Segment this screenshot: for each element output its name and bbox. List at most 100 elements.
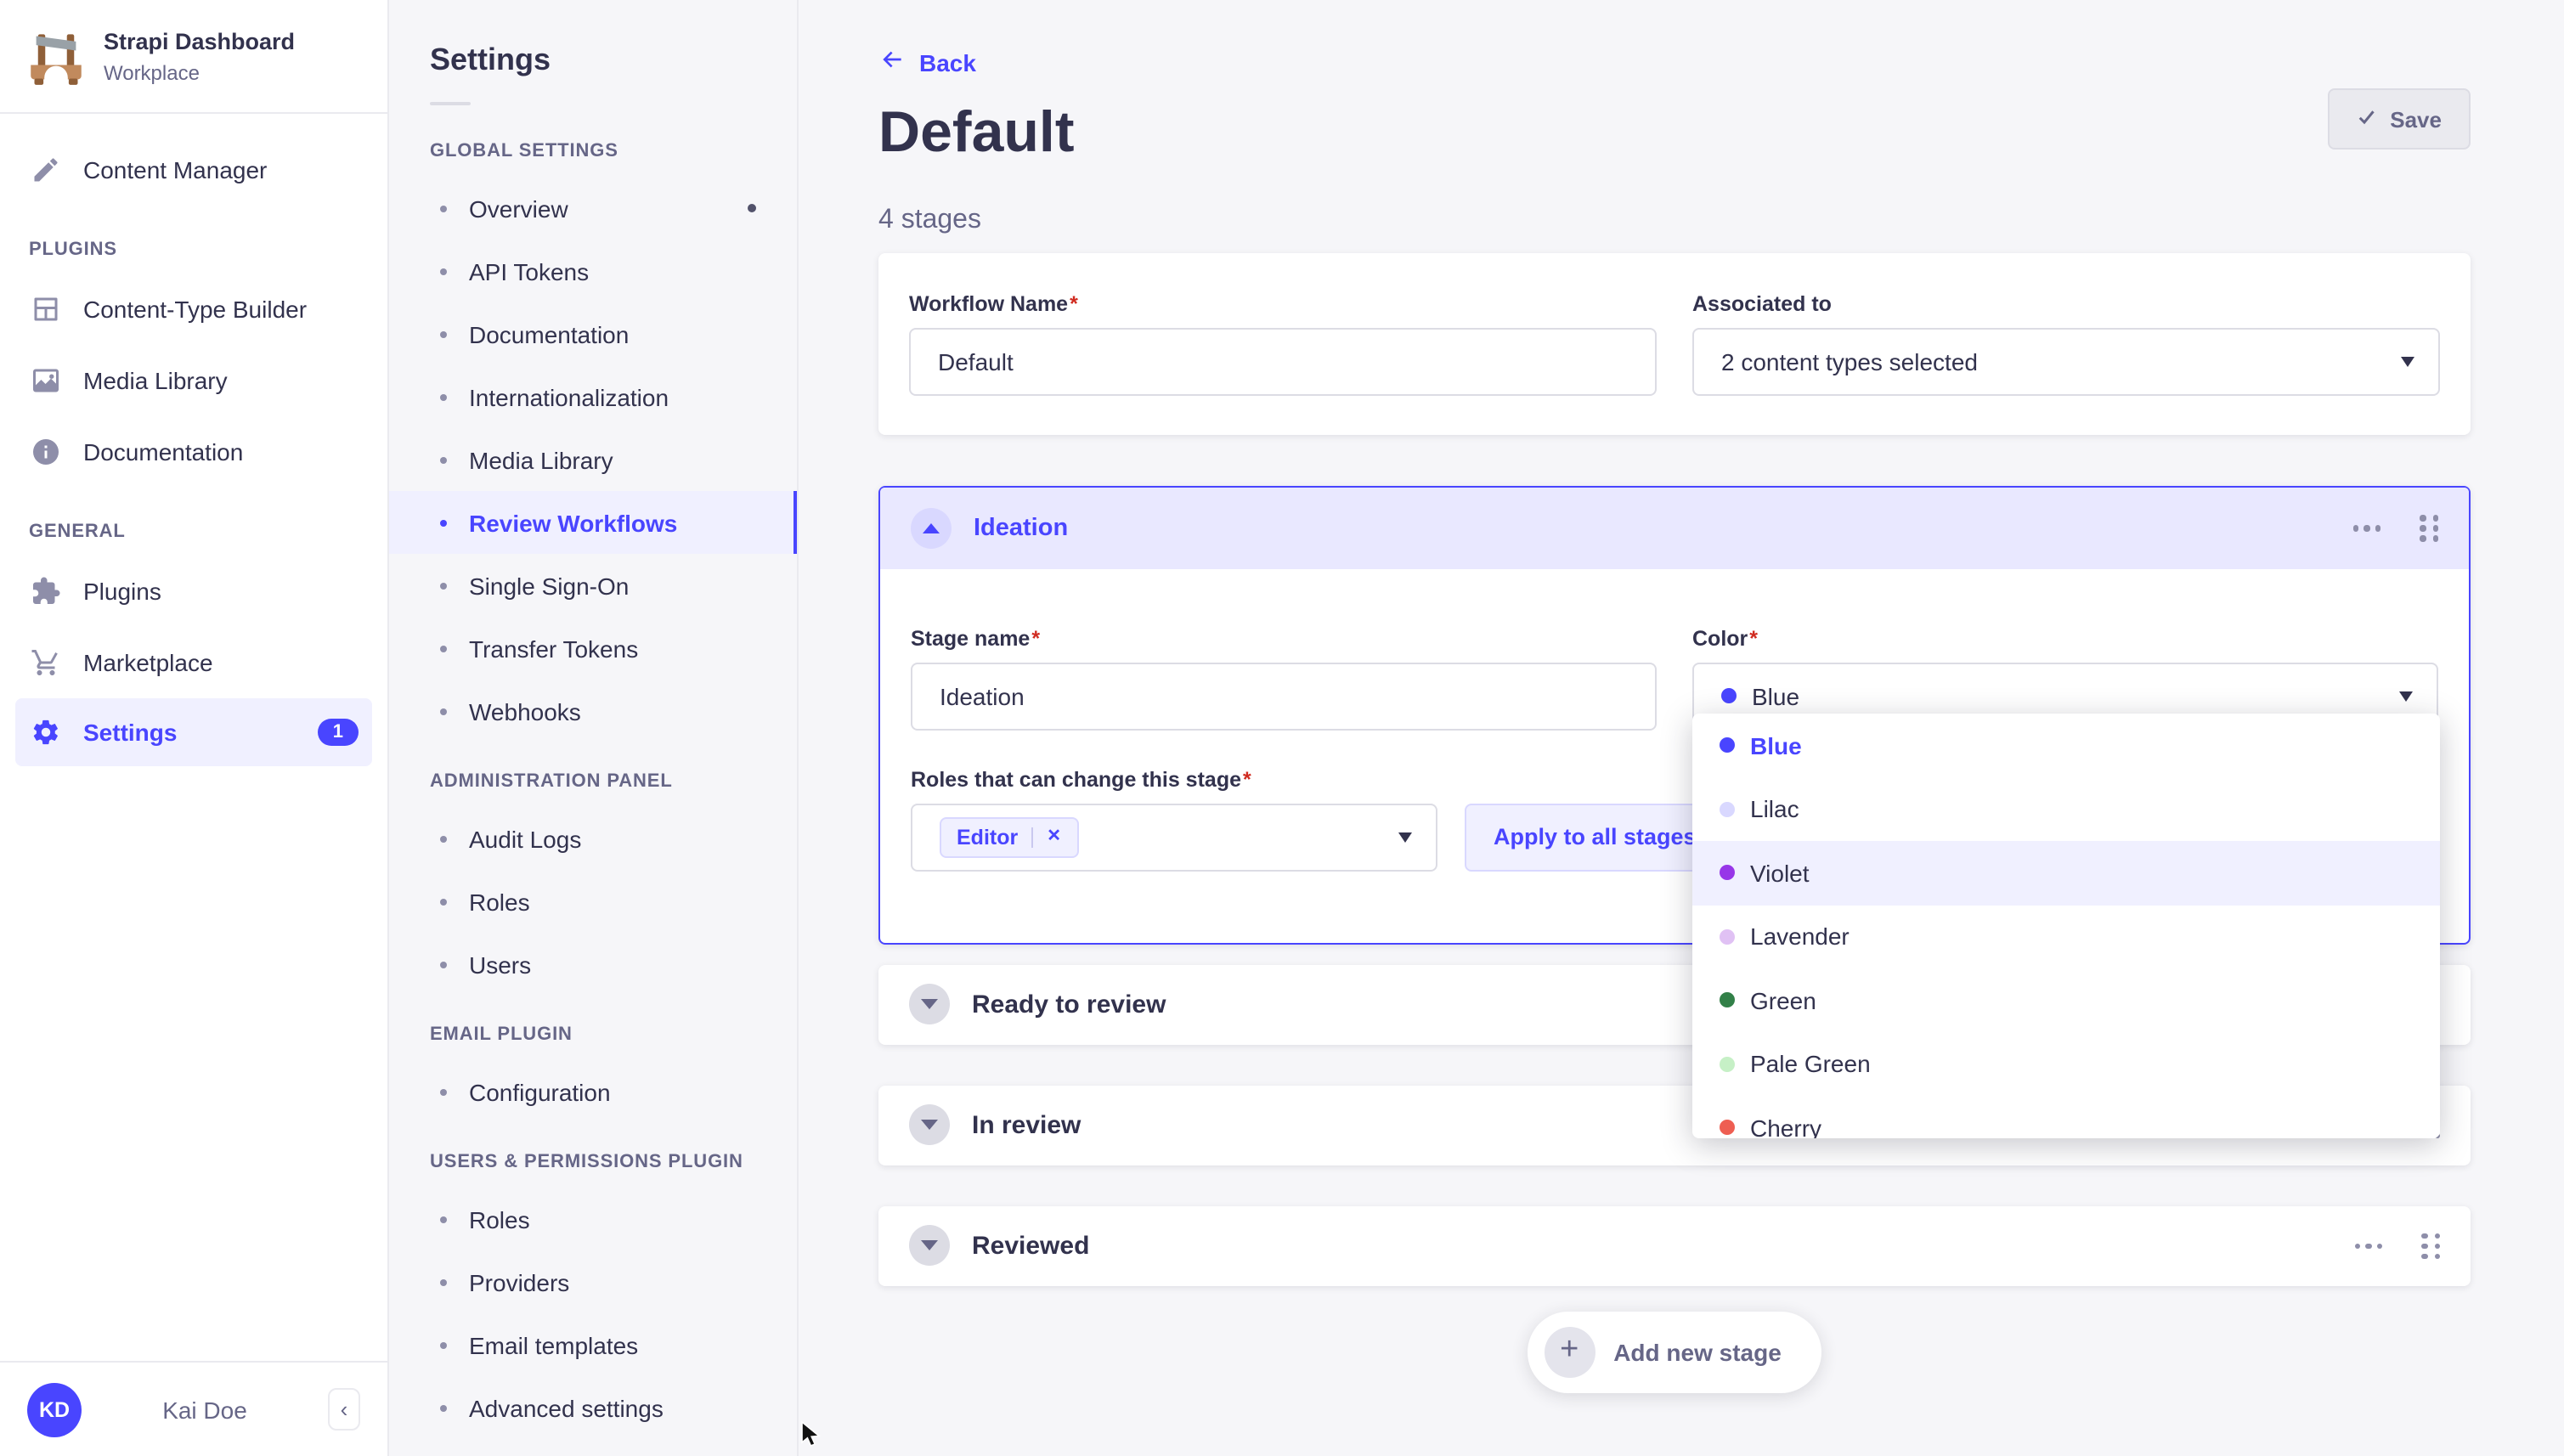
remove-tag-icon[interactable]: ✕	[1047, 829, 1061, 846]
bullet-icon	[440, 393, 447, 400]
color-swatch	[1720, 802, 1735, 817]
stage-title: In review	[972, 1111, 1081, 1140]
workspace-subtitle: Workplace	[104, 61, 295, 87]
subnav-item-api-tokens[interactable]: API Tokens	[389, 240, 797, 302]
color-option-pale-green[interactable]: Pale Green	[1692, 1032, 2440, 1096]
color-swatch	[1720, 1057, 1735, 1072]
color-option-cherry[interactable]: Cherry	[1692, 1096, 2440, 1138]
sidebar-item-label: Content-Type Builder	[83, 296, 307, 323]
save-button[interactable]: Save	[2327, 88, 2471, 150]
subnav-section-title: EMAIL PLUGIN	[389, 996, 797, 1060]
roles-multiselect[interactable]: Editor ✕	[911, 804, 1437, 872]
sidebar-item-settings[interactable]: Settings1	[15, 698, 372, 766]
subnav-item-providers[interactable]: Providers	[389, 1250, 797, 1313]
subnav-item-audit-logs[interactable]: Audit Logs	[389, 807, 797, 870]
apply-to-all-stages-button[interactable]: Apply to all stages	[1465, 804, 1725, 872]
color-option-green[interactable]: Green	[1692, 968, 2440, 1032]
bullet-icon	[440, 1341, 447, 1348]
subnav-item-label: Users	[469, 951, 531, 978]
workflow-name-input[interactable]: Default	[909, 328, 1657, 396]
collapse-stage-button[interactable]	[911, 508, 952, 549]
bullet-icon	[440, 268, 447, 274]
subnav-item-internationalization[interactable]: Internationalization	[389, 365, 797, 428]
drag-handle-icon[interactable]	[2420, 515, 2438, 541]
drag-handle-icon[interactable]	[2421, 1233, 2440, 1259]
color-swatch	[1720, 929, 1735, 945]
sidebar-item-label: Documentation	[83, 438, 243, 466]
sidebar-item-label: Plugins	[83, 578, 161, 605]
sidebar-item-content-manager[interactable]: Content Manager	[0, 134, 387, 206]
color-option-label: Green	[1750, 987, 1816, 1014]
color-option-lavender[interactable]: Lavender	[1692, 905, 2440, 968]
documentation-icon	[29, 435, 63, 469]
color-label: Color*	[1692, 627, 2438, 651]
subnav-item-users[interactable]: Users	[389, 933, 797, 996]
subnav-item-overview[interactable]: Overview	[389, 177, 797, 240]
collapse-sidebar-button[interactable]: ‹	[328, 1388, 360, 1431]
expand-stage-button[interactable]	[909, 1105, 950, 1146]
stage-title: Ready to review	[972, 990, 1166, 1019]
chevron-up-icon	[923, 523, 940, 533]
color-option-label: Blue	[1750, 732, 1802, 759]
page-title: Default	[878, 100, 2471, 166]
bullet-icon	[440, 456, 447, 463]
subnav-section-title: ADMINISTRATION PANEL	[389, 742, 797, 807]
stage-name-input[interactable]: Ideation	[911, 663, 1657, 731]
sidebar-item-documentation[interactable]: Documentation	[0, 416, 387, 488]
color-option-label: Violet	[1750, 860, 1810, 887]
subnav-item-advanced-settings[interactable]: Advanced settings	[389, 1376, 797, 1439]
subnav-item-label: Providers	[469, 1268, 569, 1295]
associated-to-label: Associated to	[1692, 292, 2440, 316]
bullet-icon	[440, 582, 447, 589]
stage-name-label: Stage name*	[911, 627, 1657, 651]
required-asterisk: *	[1031, 627, 1040, 651]
subnav-item-documentation[interactable]: Documentation	[389, 302, 797, 365]
bullet-icon	[440, 1216, 447, 1222]
bullet-icon	[440, 835, 447, 842]
sidebar-footer: KD Kai Doe ‹	[0, 1361, 387, 1456]
subnav-item-review-workflows[interactable]: Review Workflows	[389, 491, 797, 554]
sidebar-item-label: Marketplace	[83, 649, 213, 676]
chevron-down-icon	[921, 1120, 938, 1131]
avatar[interactable]: KD	[27, 1382, 82, 1436]
add-new-stage-button[interactable]: + Add new stage	[1527, 1312, 1822, 1393]
color-swatch	[1720, 1120, 1735, 1136]
sidebar-item-label: Settings	[83, 719, 177, 746]
color-select-value: Blue	[1752, 683, 1799, 710]
bullet-icon	[440, 1404, 447, 1411]
stage-options-icon[interactable]	[2354, 1243, 2382, 1249]
color-option-lilac[interactable]: Lilac	[1692, 777, 2440, 841]
subnav-item-roles[interactable]: Roles	[389, 1188, 797, 1250]
subnav-item-roles[interactable]: Roles	[389, 870, 797, 933]
color-option-violet[interactable]: Violet	[1692, 841, 2440, 905]
subnav-item-email-templates[interactable]: Email templates	[389, 1313, 797, 1376]
sidebar-item-content-type-builder[interactable]: Content-Type Builder	[0, 274, 387, 345]
sidebar-nav: Content ManagerPLUGINSContent-Type Build…	[0, 114, 387, 766]
associated-to-select[interactable]: 2 content types selected	[1692, 328, 2440, 396]
bullet-icon	[440, 961, 447, 968]
subnav-item-configuration[interactable]: Configuration	[389, 1060, 797, 1123]
sidebar-item-media-library[interactable]: Media Library	[0, 345, 387, 416]
subnav-item-label: Webhooks	[469, 697, 581, 725]
subnav-item-label: Configuration	[469, 1078, 611, 1105]
subnav-item-single-sign-on[interactable]: Single Sign-On	[389, 554, 797, 617]
sidebar-item-marketplace[interactable]: Marketplace	[0, 627, 387, 698]
subnav-item-webhooks[interactable]: Webhooks	[389, 680, 797, 742]
subnav-item-transfer-tokens[interactable]: Transfer Tokens	[389, 617, 797, 680]
back-link[interactable]: Back	[878, 46, 976, 78]
expand-stage-button[interactable]	[909, 985, 950, 1025]
color-swatch	[1720, 993, 1735, 1008]
subnav-item-label: Email templates	[469, 1331, 638, 1358]
workspace-brand[interactable]: Strapi Dashboard Workplace	[0, 0, 387, 112]
media-library-icon	[29, 364, 63, 398]
stage-title: Ideation	[974, 515, 1068, 542]
stage-options-icon[interactable]	[2352, 525, 2380, 531]
subnav-title: Settings	[389, 0, 797, 78]
sidebar-item-plugins[interactable]: Plugins	[0, 556, 387, 627]
required-asterisk: *	[1749, 627, 1758, 651]
expand-stage-button[interactable]	[909, 1226, 950, 1267]
color-option-blue[interactable]: Blue	[1692, 714, 2440, 777]
save-label: Save	[2390, 106, 2442, 132]
subnav-item-media-library[interactable]: Media Library	[389, 428, 797, 491]
subnav-item-label: Single Sign-On	[469, 572, 629, 599]
